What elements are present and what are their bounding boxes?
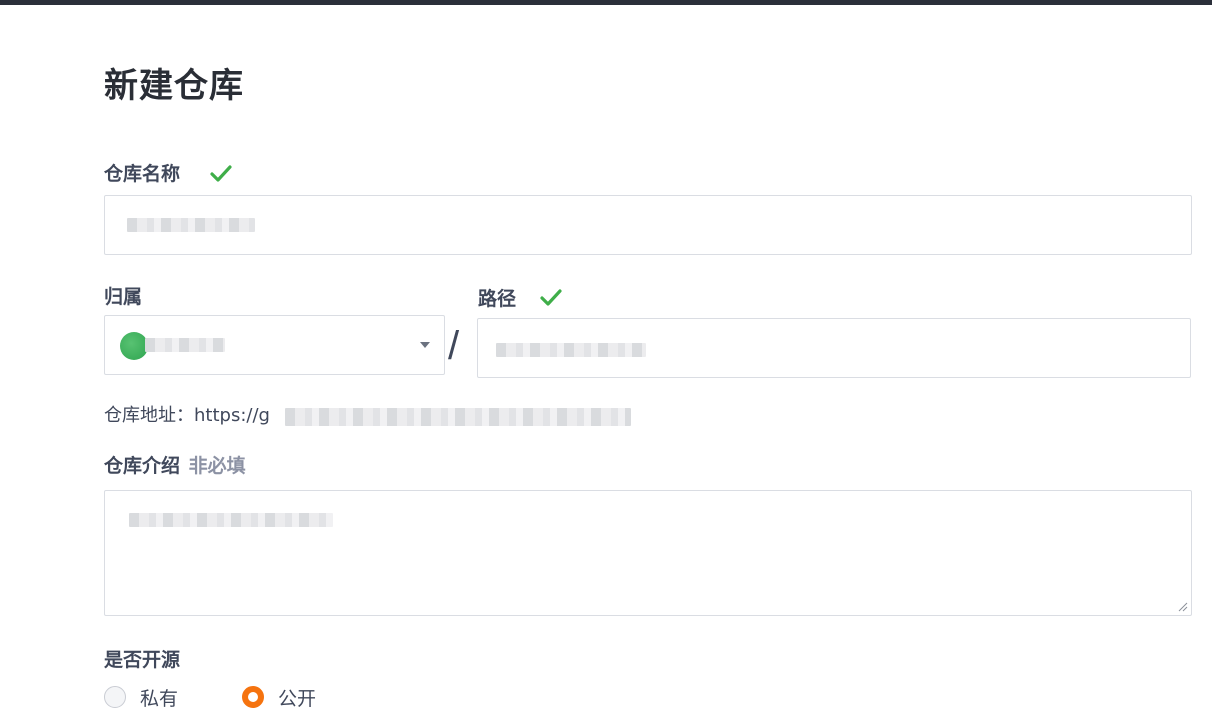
owner-label: 归属: [104, 286, 143, 308]
path-input[interactable]: [477, 318, 1191, 378]
radio-public-circle[interactable]: [242, 686, 264, 708]
repo-url-label: 仓库地址：: [104, 405, 194, 426]
path-label: 路径: [478, 288, 517, 310]
description-textarea[interactable]: [104, 490, 1192, 616]
description-label: 仓库介绍 非必填: [104, 454, 246, 478]
repo-url-value: https://g: [194, 405, 270, 426]
page-title: 新建仓库: [104, 66, 244, 106]
path-redacted: [496, 343, 646, 357]
repo-url: 仓库地址：https://g: [104, 404, 270, 428]
owner-select[interactable]: [104, 315, 445, 375]
radio-private-label[interactable]: 私有: [140, 684, 178, 711]
radio-private-circle[interactable]: [104, 686, 126, 708]
description-optional-hint: 非必填: [188, 455, 246, 477]
radio-public-label[interactable]: 公开: [278, 684, 316, 711]
repo-name-label: 仓库名称: [104, 163, 181, 185]
chevron-down-icon: [420, 342, 430, 348]
radio-private[interactable]: 私有: [104, 684, 178, 710]
visibility-label: 是否开源: [104, 649, 181, 671]
resize-handle-icon[interactable]: [1178, 602, 1188, 612]
repo-name-input[interactable]: [104, 195, 1192, 255]
repo-name-valid-check-icon: [210, 165, 232, 182]
description-label-text: 仓库介绍: [104, 455, 181, 477]
repo-name-redacted: [127, 218, 255, 232]
path-valid-check-icon: [540, 289, 562, 306]
repo-url-redacted: [285, 408, 631, 426]
owner-name-redacted: [145, 338, 225, 352]
description-redacted: [129, 513, 333, 527]
owner-path-separator: /: [448, 324, 460, 368]
top-bar: [0, 0, 1212, 5]
owner-avatar: [120, 332, 148, 360]
radio-public[interactable]: 公开: [242, 684, 316, 710]
